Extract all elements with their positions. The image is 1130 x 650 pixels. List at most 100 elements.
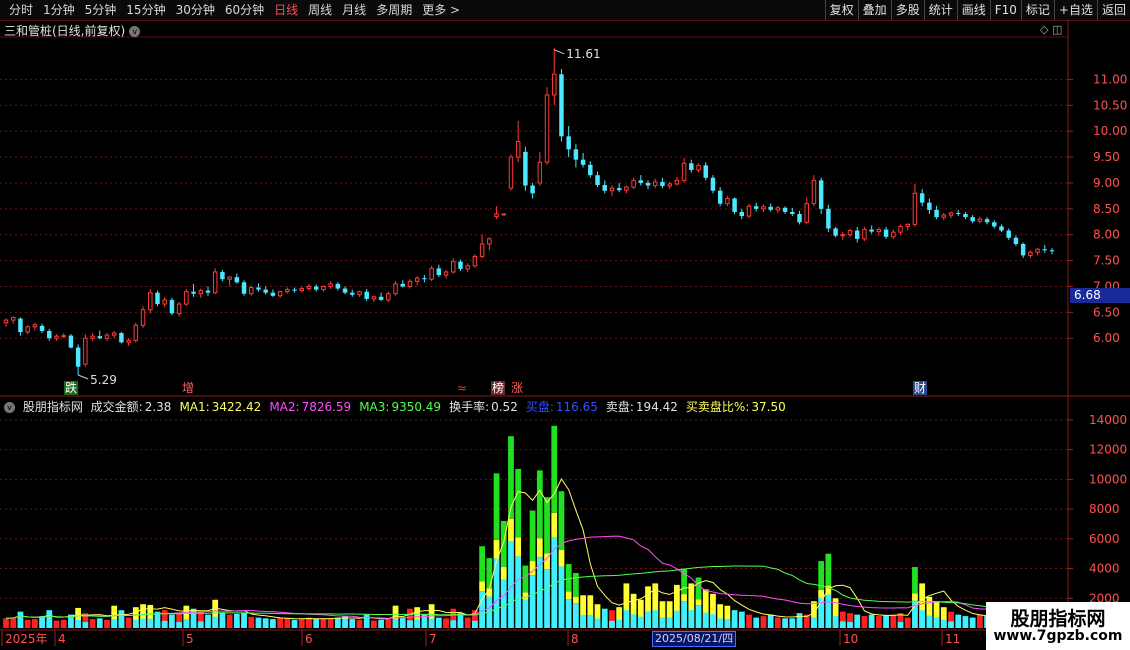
volume-sell-bar [529, 510, 536, 562]
volume-buy-bar [623, 610, 630, 628]
stock-title[interactable]: 三和管桩(日线,前复权) v [4, 22, 141, 39]
candle-body [292, 289, 297, 291]
candle-body [660, 181, 665, 187]
volume-bar [746, 614, 752, 628]
candle-body [285, 289, 290, 293]
volume-buy-bar [659, 617, 666, 628]
kline-chart[interactable]: 11.0010.5010.009.509.008.508.007.507.006… [0, 0, 1130, 650]
candle-body [653, 181, 658, 187]
candle-body [111, 332, 117, 336]
candle-body [104, 334, 110, 339]
volume-buy-bar [428, 618, 435, 628]
volume-buy-bar [645, 611, 651, 628]
candle-body [169, 299, 175, 314]
volume-bar [767, 614, 774, 628]
candle-body [732, 198, 737, 212]
candle-body [999, 226, 1004, 231]
candle-body [148, 292, 153, 311]
candle-body [919, 193, 925, 203]
volume-bar [205, 614, 211, 628]
candle-body [140, 309, 146, 326]
date-label: 7 [429, 632, 437, 646]
volume-bar [976, 614, 983, 628]
price-label: 8.50 [1093, 202, 1120, 216]
candle-body [739, 211, 745, 217]
volume-bar [861, 616, 868, 628]
volume-buy-bar [190, 620, 197, 628]
volume-buy-bar [140, 618, 146, 628]
candle-body [602, 185, 607, 191]
volume-buy-bar [161, 620, 168, 628]
indicator-value: 194.42 [635, 400, 678, 414]
volume-buy-bar [118, 620, 125, 628]
volume-label: 14000 [1089, 413, 1127, 427]
candle-body [18, 318, 23, 333]
volume-bar [363, 614, 370, 628]
watermark-url: www.7gpzb.com [993, 628, 1123, 644]
price-label: 10.00 [1093, 124, 1127, 138]
candle-body [479, 243, 485, 257]
candle-body [393, 283, 398, 295]
price-label: 9.50 [1093, 150, 1120, 164]
indicator-item-1: MA1: 3422.42 [179, 400, 265, 414]
event-marker: 榜 [492, 380, 504, 395]
candle-body [407, 280, 413, 287]
candle-body [270, 292, 276, 296]
volume-mid-bar [818, 589, 825, 598]
volume-bar [962, 616, 969, 628]
candle-body [306, 285, 312, 290]
watermark-logo: 股朋指标网 www.7gpzb.com [986, 602, 1130, 650]
chevron-down-icon[interactable]: v [4, 402, 15, 413]
candle-body [1006, 230, 1011, 238]
candle-body [364, 291, 369, 299]
volume-bar [53, 620, 60, 628]
volume-buy-bar [673, 610, 680, 628]
volume-buy-bar [630, 614, 637, 628]
volume-bar [298, 619, 305, 628]
volume-bar [284, 618, 291, 628]
candle-body [703, 165, 708, 178]
volume-sell-bar [486, 558, 493, 589]
volume-bar [371, 620, 377, 628]
candle-body [83, 337, 88, 365]
candle-body [876, 229, 882, 233]
volume-label: 6000 [1089, 532, 1120, 546]
candle-body [898, 225, 903, 233]
volume-mid-bar [558, 550, 565, 567]
candle-body [775, 207, 781, 211]
candle-body [32, 324, 38, 328]
candle-body [934, 209, 939, 218]
volume-bar [96, 618, 103, 628]
volume-bar [277, 617, 284, 628]
chart-toggle-icons[interactable]: ◇ ◫ [1040, 23, 1062, 36]
candle-body [984, 219, 990, 223]
candle-body [840, 234, 846, 237]
volume-bar [60, 619, 67, 628]
volume-buy-bar [132, 619, 139, 628]
volume-sell-bar [573, 572, 579, 597]
candle-body [451, 261, 456, 273]
event-marker: 增 [182, 381, 194, 395]
indicator-name[interactable]: 股朋指标网 [23, 400, 83, 414]
candle-body [753, 206, 759, 209]
date-label: 6 [305, 632, 313, 646]
candle-body [616, 188, 622, 191]
candle-body [443, 271, 449, 276]
candle-body [891, 231, 896, 238]
volume-bar [904, 617, 911, 628]
candle-body [198, 290, 204, 295]
chevron-down-icon[interactable]: v [129, 26, 141, 37]
candle-body [1020, 244, 1026, 256]
candle-body [335, 283, 341, 289]
candle-body [818, 180, 824, 209]
volume-buy-bar [897, 622, 904, 628]
stock-title-text: 三和管桩(日线,前复权) [4, 24, 126, 38]
date-label: 8 [571, 632, 579, 646]
current-price-tag: 6.68 [1070, 288, 1130, 303]
candle-body [501, 213, 506, 216]
candle-body [458, 261, 463, 269]
volume-buy-bar [515, 556, 522, 628]
candle-body [797, 214, 802, 223]
candle-body [176, 303, 182, 314]
high-price-label: 11.61 [566, 47, 600, 61]
